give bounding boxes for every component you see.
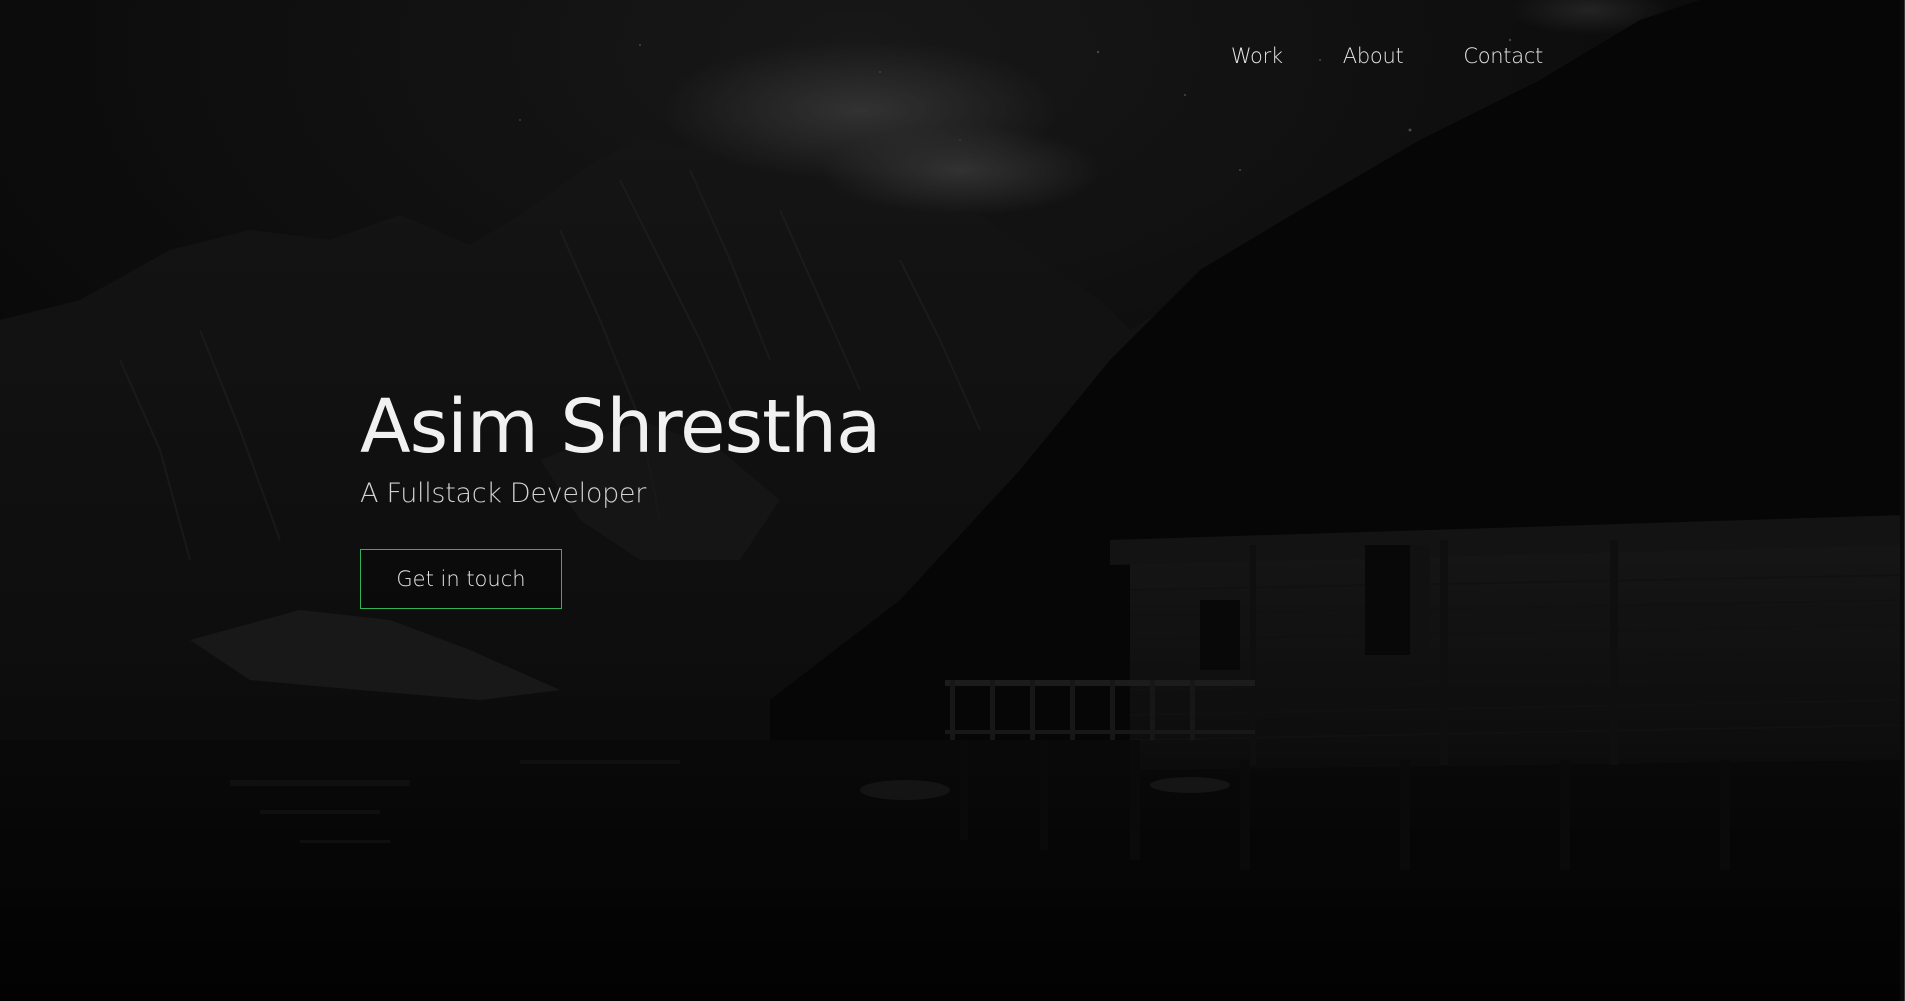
hero-section: Asim Shrestha A Fullstack Developer Get … — [360, 384, 881, 610]
hero-background-image — [0, 0, 1905, 1001]
main-navigation: Work About Contact — [1231, 44, 1543, 68]
hero-name: Asim Shrestha — [360, 384, 881, 470]
page: Work About Contact Asim Shrestha A Fulls… — [0, 0, 1905, 1001]
nav-link-contact[interactable]: Contact — [1463, 44, 1543, 68]
nav-link-work[interactable]: Work — [1231, 44, 1283, 68]
hero-subtitle: A Fullstack Developer — [360, 478, 647, 510]
nav-link-about[interactable]: About — [1343, 44, 1404, 68]
get-in-touch-button[interactable]: Get in touch — [360, 549, 562, 610]
